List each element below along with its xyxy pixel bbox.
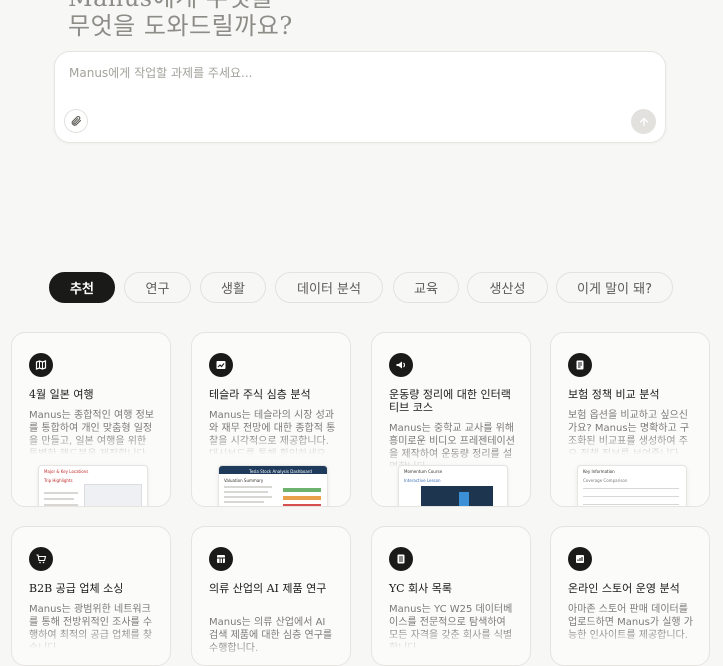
card-description: Manus는 중학교 교사를 위해 흥미로운 비디오 프레젠테이션을 제작하여 …	[389, 423, 515, 468]
spreadsheet-icon	[209, 547, 233, 571]
analytics-icon	[568, 547, 592, 571]
thumbnail-title: Key Information	[583, 469, 615, 474]
card-b2b-sourcing[interactable]: B2B 공급 업체 소싱 Manus는 광범위한 네트워크를 통해 전방위적인 …	[11, 526, 171, 666]
card-description: 보험 옵션을 비교하고 싶으신가요? Manus는 명확하고 구조화된 비교표를…	[568, 410, 690, 455]
send-button[interactable]	[631, 109, 656, 134]
tab-data-analysis[interactable]: 데이터 분석	[275, 272, 383, 303]
status-bar-green	[283, 488, 321, 492]
card-description: Manus는 광범위한 네트워크를 통해 전방위적인 조사를 수행하여 최적의 …	[29, 604, 153, 649]
card-title: B2B 공급 업체 소싱	[29, 582, 124, 595]
tab-research[interactable]: 연구	[124, 272, 191, 303]
map-illustration	[84, 484, 142, 506]
task-composer	[54, 51, 666, 143]
cart-icon	[29, 547, 53, 571]
tab-productivity[interactable]: 생산성	[467, 272, 548, 303]
card-title: 테슬라 주식 심층 분석	[209, 388, 311, 401]
tab-does-this-make-sense[interactable]: 이게 말이 돼?	[556, 272, 673, 303]
document-icon	[568, 353, 592, 377]
card-thumbnail: Momentum Course Interactive Lesson	[398, 465, 508, 506]
card-thumbnail: Major & Key Locations Trip Highlights	[38, 465, 148, 506]
card-title: 운동량 정리에 대한 인터랙티브 코스	[389, 388, 511, 414]
card-momentum-course[interactable]: 운동량 정리에 대한 인터랙티브 코스 Manus는 중학교 교사를 위해 흥미…	[371, 332, 531, 507]
attach-button[interactable]	[64, 109, 88, 133]
card-description: Manus는 의류 산업에서 AI 검색 제품에 대한 심층 연구를 수행합니다…	[209, 617, 333, 654]
page-headline: 무엇을 도와드릴까요?	[68, 12, 293, 40]
card-title: 온라인 스토어 운영 분석	[568, 582, 680, 595]
card-online-store-analysis[interactable]: 온라인 스토어 운영 분석 아마존 스토어 판매 데이터를 업로드하면 Manu…	[550, 526, 710, 666]
video-highlight	[459, 492, 469, 506]
card-title: 4월 일본 여행	[29, 388, 94, 401]
thumbnail-subtitle: Trip Highlights	[44, 478, 73, 483]
thumbnail-subtitle: Coverage Comparison	[583, 478, 628, 483]
card-thumbnail: Tesla Stock Analysis Dashboard Valuation…	[218, 465, 328, 506]
status-bar-red	[283, 504, 321, 506]
card-insurance-comparison[interactable]: 보험 정책 비교 분석 보험 옵션을 비교하고 싶으신가요? Manus는 명확…	[550, 332, 710, 507]
card-description: Manus는 종합적인 여행 정보를 통합하여 개인 맞춤형 일정을 만들고, …	[29, 410, 154, 455]
thumbnail-subtitle: Valuation Summary	[224, 478, 264, 483]
card-description: Manus는 테슬라의 시장 성과와 재무 전망에 대한 종합적 통찰을 시각적…	[209, 410, 336, 455]
card-title: 의류 산업의 AI 제품 연구	[209, 582, 327, 595]
card-description: Manus는 YC W25 데이터베이스를 전문적으로 탐색하여 모든 자격을 …	[389, 604, 513, 649]
thumbnail-title: Tesla Stock Analysis Dashboard	[249, 469, 312, 474]
thumbnail-title: Major & Key Locations	[44, 469, 89, 474]
arrow-up-icon	[639, 117, 648, 126]
tab-life[interactable]: 생활	[200, 272, 266, 303]
card-japan-trip[interactable]: 4월 일본 여행 Manus는 종합적인 여행 정보를 통합하여 개인 맞춤형 …	[11, 332, 171, 507]
card-thumbnail: Key Information Coverage Comparison	[577, 465, 687, 506]
thumbnail-title: Momentum Course	[404, 469, 443, 474]
video-preview	[421, 486, 493, 506]
megaphone-icon	[389, 353, 413, 377]
card-tesla-stock[interactable]: 테슬라 주식 심층 분석 Manus는 테슬라의 시장 성과와 재무 전망에 대…	[191, 332, 351, 507]
card-apparel-ai-research[interactable]: 의류 산업의 AI 제품 연구 Manus는 의류 산업에서 AI 검색 제품에…	[191, 526, 351, 666]
tab-recommended[interactable]: 추천	[49, 272, 115, 303]
list-icon	[389, 547, 413, 571]
paperclip-icon	[71, 115, 82, 126]
card-yc-companies[interactable]: YC 회사 목록 Manus는 YC W25 데이터베이스를 전문적으로 탐색하…	[371, 526, 531, 666]
thumbnail-subtitle: Interactive Lesson	[404, 478, 441, 483]
map-icon	[29, 353, 53, 377]
task-input[interactable]	[67, 62, 651, 96]
tab-education[interactable]: 교육	[393, 272, 459, 303]
card-title: 보험 정책 비교 분석	[568, 388, 660, 401]
status-bar-orange	[283, 496, 321, 500]
card-title: YC 회사 목록	[389, 582, 452, 595]
card-description: 아마존 스토어 판매 데이터를 업로드하면 Manus가 실행 가능한 인사이트…	[568, 604, 693, 641]
chart-icon	[209, 353, 233, 377]
